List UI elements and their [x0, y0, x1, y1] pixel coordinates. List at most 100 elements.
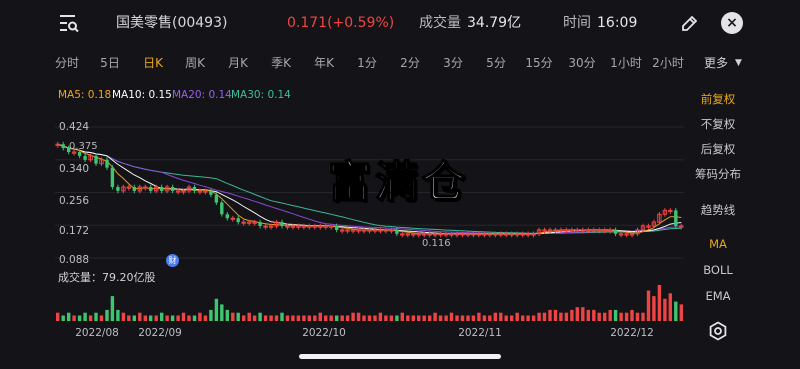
volume-bar: [170, 315, 175, 321]
volume-bar: [433, 312, 437, 321]
volume-bar: [247, 312, 251, 321]
volume-bar: [586, 309, 590, 321]
candle-body: [170, 187, 175, 191]
volume-bar: [203, 315, 208, 321]
volume-bar: [116, 309, 120, 321]
indicator-boll[interactable]: BOLL: [688, 258, 748, 282]
volume-bar: [209, 309, 213, 321]
volume-bar: [362, 315, 366, 321]
volume-bar: [220, 304, 224, 321]
x-tick-label: 2022/09: [138, 327, 182, 339]
x-tick-label: 2022/11: [458, 327, 502, 339]
volume-bar: [570, 309, 574, 321]
candle-body: [236, 218, 240, 223]
volume-bar: [345, 315, 350, 321]
volume-bar: [367, 315, 372, 321]
volume-bar: [99, 315, 104, 321]
volume-bar: [187, 315, 191, 321]
volume-bar: [559, 312, 563, 321]
candle-body: [132, 187, 136, 191]
volume-bar: [548, 309, 552, 321]
volume-bar: [72, 315, 76, 321]
volume-bar: [482, 315, 487, 321]
candle-body: [613, 229, 618, 234]
finance-badge-icon[interactable]: 财: [166, 254, 179, 267]
candle-body: [105, 159, 109, 168]
volume-bar: [652, 296, 656, 321]
volume-bar: [477, 312, 481, 321]
adjust-backward[interactable]: 后复权: [688, 137, 748, 161]
candle-body: [192, 187, 197, 191]
volume-bar: [231, 312, 235, 321]
volume-bar: [630, 309, 634, 321]
candle-body: [77, 152, 82, 156]
volume-bar: [313, 315, 317, 321]
settings-icon[interactable]: [708, 321, 728, 341]
volume-bar: [236, 312, 240, 321]
volume-bar: [143, 315, 147, 321]
volume-bar: [192, 315, 197, 321]
volume-bar: [389, 315, 394, 321]
volume-bar: [564, 312, 569, 321]
volume-bar: [149, 315, 153, 321]
volume-bar: [280, 312, 284, 321]
volume-bar: [154, 315, 158, 321]
volume-bar: [641, 312, 645, 321]
trendline-button[interactable]: 趋势线: [688, 198, 748, 222]
y-tick-label: 0.340: [59, 163, 90, 175]
volume-bar: [537, 312, 541, 321]
volume-bar: [603, 312, 607, 321]
volume-bar: [61, 315, 65, 321]
candle-body: [280, 222, 284, 226]
home-indicator[interactable]: [299, 354, 501, 359]
volume-bar: [488, 315, 492, 321]
indicator-ma[interactable]: MA: [688, 232, 748, 256]
x-tick-label: 2022/12: [610, 327, 654, 339]
volume-total-label: 成交量：79.20亿股: [58, 271, 156, 284]
chip-distribution-button[interactable]: 筹码分布: [688, 162, 748, 186]
volume-bar: [417, 315, 421, 321]
volume-bar: [411, 315, 415, 321]
volume-bar: [471, 315, 476, 321]
candle-body: [61, 144, 65, 149]
y-tick-label: 0.256: [59, 195, 90, 207]
volume-bar: [302, 315, 306, 321]
volume-bar: [263, 315, 268, 321]
y-tick-label: 0.088: [59, 254, 90, 266]
volume-bar: [77, 315, 82, 321]
volume-bar: [515, 312, 519, 321]
x-tick-label: 2022/08: [75, 327, 119, 339]
candle-body: [258, 222, 262, 226]
volume-bar: [668, 293, 672, 321]
adjust-forward[interactable]: 前复权: [688, 87, 748, 111]
volume-bar: [679, 304, 683, 321]
volume-bar: [608, 309, 612, 321]
y-tick-label: 0.424: [59, 121, 90, 133]
volume-bar: [428, 315, 432, 321]
volume-bar: [67, 312, 71, 321]
volume-bar: [225, 309, 229, 321]
volume-bar: [94, 312, 98, 321]
volume-bar: [378, 312, 383, 321]
volume-bar: [121, 312, 126, 321]
indicator-ema[interactable]: EMA: [688, 284, 748, 308]
volume-bar: [252, 315, 257, 321]
candle-body: [225, 214, 229, 219]
candle-body: [335, 226, 339, 230]
volume-bar: [110, 296, 115, 321]
volume-bar: [214, 298, 219, 321]
volume-bar: [335, 315, 339, 321]
volume-bar: [646, 290, 651, 321]
adjust-none[interactable]: 不复权: [688, 112, 748, 136]
volume-bar: [493, 312, 497, 321]
high-price-marker: 0.375: [69, 141, 98, 152]
volume-bar: [138, 312, 142, 321]
volume-bar: [553, 309, 558, 321]
volume-bar: [613, 309, 618, 321]
candle-body: [160, 187, 164, 191]
volume-bar: [526, 315, 530, 321]
candle-body: [209, 190, 213, 195]
volume-bar: [165, 315, 169, 321]
y-tick-label: 0.172: [59, 225, 90, 237]
volume-bar: [657, 285, 662, 321]
